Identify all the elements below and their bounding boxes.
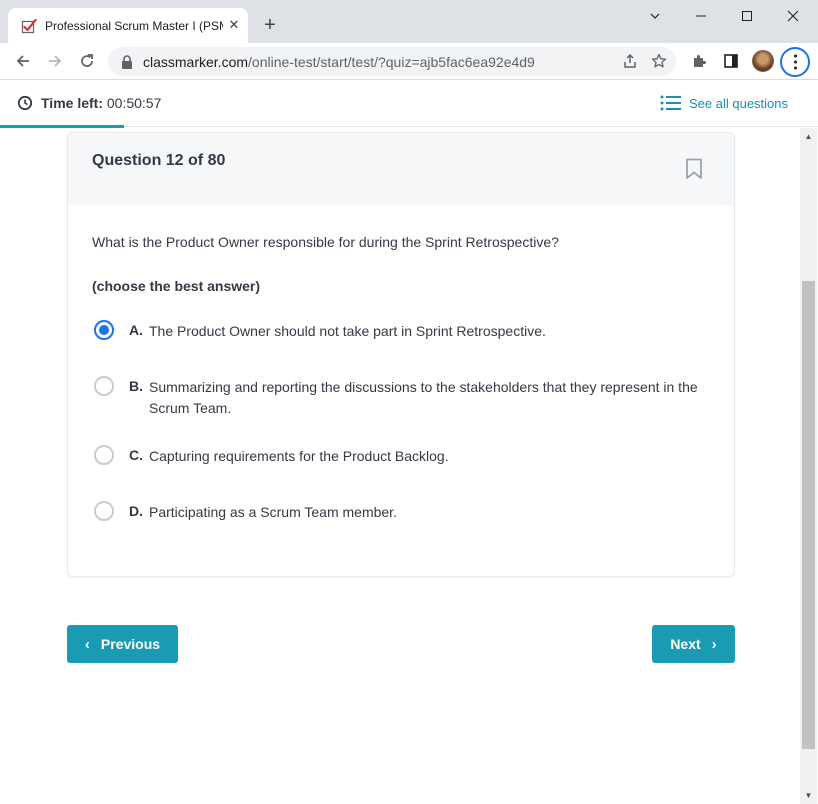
question-text: What is the Product Owner responsible fo… [92, 234, 559, 250]
url-host: classmarker.com [143, 54, 249, 70]
radio-a[interactable] [94, 320, 114, 340]
tab-title: Professional Scrum Master I (PSM I) [45, 19, 223, 33]
maximize-icon[interactable] [724, 4, 770, 28]
puzzle-icon[interactable] [687, 49, 711, 73]
profile-avatar[interactable] [752, 50, 774, 72]
question-number: Question 12 of 80 [92, 152, 226, 169]
minimize-chevron-icon[interactable] [632, 4, 678, 28]
new-tab-button[interactable]: + [259, 14, 281, 36]
previous-label: Previous [100, 636, 161, 652]
arrow-left-icon[interactable] [11, 49, 35, 73]
time-left-value: 00:50:57 [106, 95, 162, 111]
previous-button[interactable]: ‹ Previous [67, 625, 178, 663]
option-text: Participating as a Scrum Team member. [149, 504, 397, 520]
chevron-right-icon: › [711, 635, 717, 653]
next-button[interactable]: Next › [652, 625, 735, 663]
option-text: Capturing requirements for the Product B… [149, 448, 449, 464]
radio-d[interactable] [94, 501, 114, 521]
scroll-down-arrow-icon[interactable]: ▼ [800, 787, 817, 804]
next-label: Next [670, 636, 701, 652]
browser-tab[interactable]: Professional Scrum Master I (PSM I) ✕ [8, 8, 248, 43]
browser-titlebar: Professional Scrum Master I (PSM I) ✕ + [0, 0, 818, 43]
arrow-right-icon[interactable] [43, 49, 67, 73]
close-window-icon[interactable] [770, 4, 816, 28]
option-letter: A. [129, 322, 143, 338]
scrollbar-thumb[interactable] [802, 281, 815, 749]
url-path: /online-test/start/test/?quiz=ajb5fac6ea… [248, 54, 535, 70]
time-left-label: Time left: [41, 95, 103, 111]
time-left: Time left: 00:50:57 [41, 95, 161, 112]
question-card-header: Question 12 of 80 [68, 133, 734, 206]
tab-close-icon[interactable]: ✕ [226, 17, 242, 33]
star-icon[interactable] [647, 49, 671, 73]
bookmark-icon[interactable] [685, 158, 703, 180]
scroll-up-arrow-icon[interactable]: ▲ [800, 128, 817, 145]
lock-icon[interactable] [120, 54, 134, 70]
quiz-header: Time left: 00:50:57 See all questions [0, 80, 818, 128]
chevron-left-icon: ‹ [84, 635, 90, 653]
see-all-questions-link[interactable]: See all questions [660, 93, 788, 113]
option-letter: C. [129, 447, 143, 463]
radio-b[interactable] [94, 376, 114, 396]
reload-icon[interactable] [75, 49, 99, 73]
option-letter: D. [129, 503, 143, 519]
browser-toolbar: classmarker.com/online-test/start/test/?… [0, 43, 818, 80]
question-card: Question 12 of 80 What is the Product Ow… [67, 132, 735, 577]
sidepanel-icon[interactable] [719, 49, 743, 73]
option-letter: B. [129, 378, 143, 394]
option-text: The Product Owner should not take part i… [149, 323, 546, 339]
minimize-icon[interactable] [678, 4, 724, 28]
radio-c[interactable] [94, 445, 114, 465]
option-text: Summarizing and reporting the discussion… [149, 379, 698, 416]
address-bar[interactable]: classmarker.com/online-test/start/test/?… [108, 47, 676, 76]
question-instruction: (choose the best answer) [92, 278, 261, 294]
see-all-questions-label: See all questions [689, 95, 789, 111]
list-icon [660, 95, 681, 111]
share-icon[interactable] [618, 49, 642, 73]
checkbox-check-icon [21, 18, 37, 34]
clock-icon [17, 95, 33, 111]
url-text[interactable]: classmarker.com/online-test/start/test/?… [143, 54, 535, 70]
kebab-menu-icon[interactable] [780, 47, 810, 77]
